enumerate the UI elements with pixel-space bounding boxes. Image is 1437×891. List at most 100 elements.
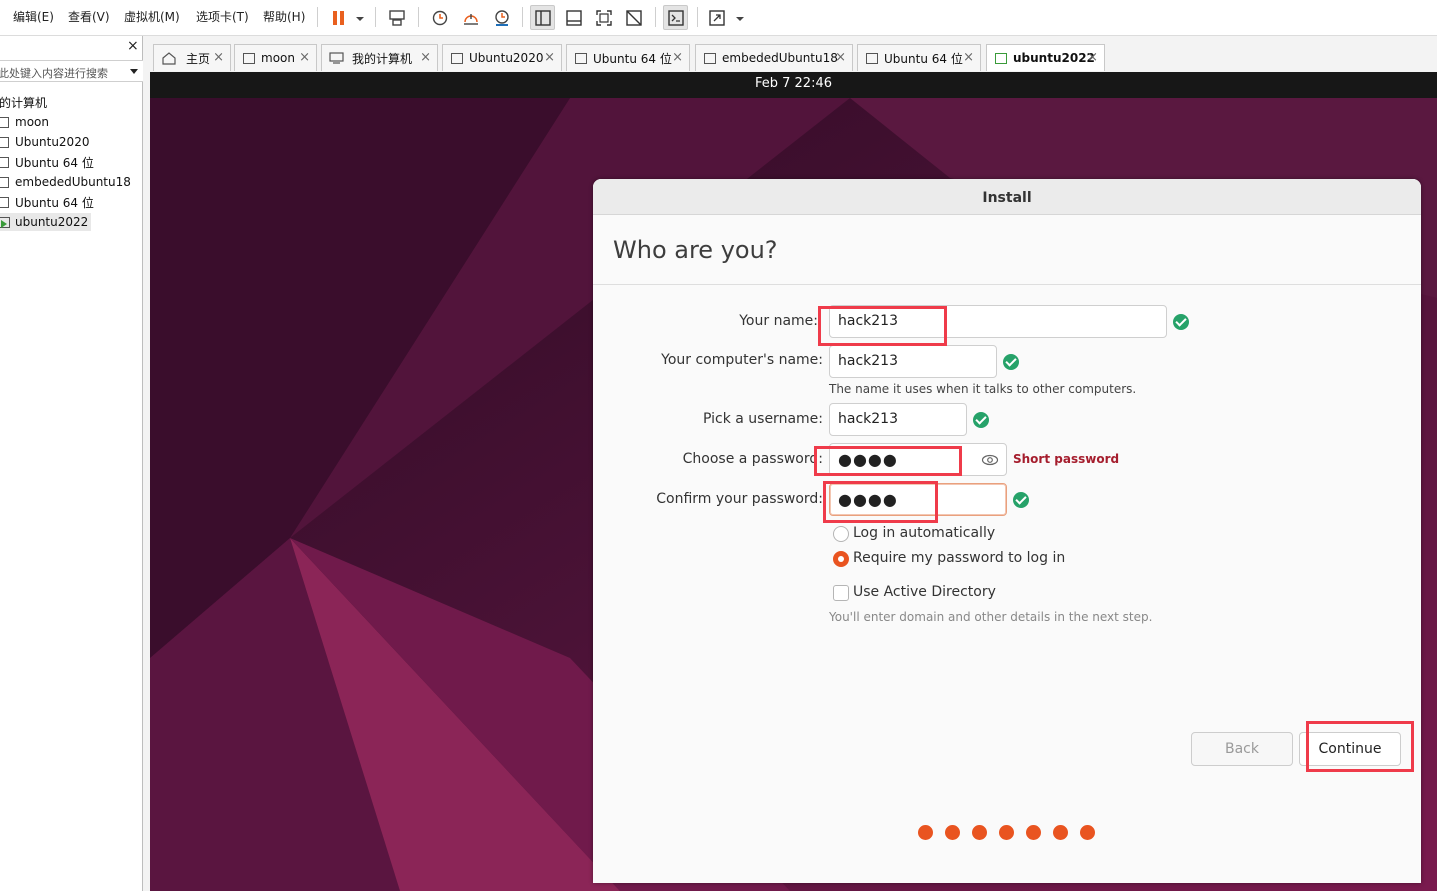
- close-icon[interactable]: ×: [835, 50, 846, 65]
- gnome-top-bar: Feb 7 22:46: [150, 72, 1437, 98]
- tree-item-moon[interactable]: moon: [0, 113, 49, 131]
- vm-icon: [0, 116, 9, 128]
- annotation-box-password: [814, 446, 962, 476]
- login-automatically-label[interactable]: Log in automatically: [853, 525, 995, 541]
- tree-root-my-computer[interactable]: 我的计算机: [0, 94, 47, 111]
- pause-icon[interactable]: [327, 5, 367, 30]
- dialog-title: Install: [593, 179, 1421, 215]
- close-icon[interactable]: ×: [213, 50, 224, 65]
- toolbar-divider: [655, 7, 656, 27]
- tab-home[interactable]: 主页 ×: [153, 44, 231, 71]
- tree-item-embededubuntu18[interactable]: embededUbuntu18: [0, 173, 131, 191]
- chevron-down-icon[interactable]: [130, 69, 138, 74]
- tree-item-ubuntu2020[interactable]: Ubuntu2020: [0, 133, 89, 151]
- unity-icon[interactable]: [621, 5, 646, 30]
- progress-dot: [945, 825, 960, 840]
- check-icon: [1013, 492, 1029, 508]
- computer-name-input[interactable]: hack213: [829, 345, 997, 378]
- library-search-input[interactable]: 在此处键入内容进行搜索: [0, 60, 143, 82]
- close-icon[interactable]: ×: [672, 50, 683, 65]
- tab-my-computer[interactable]: 我的计算机 ×: [321, 44, 438, 71]
- progress-dot: [1053, 825, 1068, 840]
- username-input[interactable]: hack213: [829, 403, 967, 436]
- login-automatically-radio[interactable]: [833, 526, 849, 542]
- tab-moon[interactable]: moon ×: [234, 44, 317, 71]
- active-directory-checkbox[interactable]: [833, 585, 849, 601]
- tab-label: ubuntu2022: [1013, 51, 1095, 65]
- back-button[interactable]: Back: [1191, 732, 1293, 766]
- revert-snapshot-icon[interactable]: [458, 5, 483, 30]
- menu-help[interactable]: 帮助(H): [263, 8, 305, 25]
- require-password-radio[interactable]: [833, 551, 849, 567]
- vm-icon: [0, 176, 9, 188]
- tab-ubuntu64-2[interactable]: Ubuntu 64 位 ×: [857, 44, 981, 71]
- your-name-label: Your name:: [739, 313, 818, 329]
- toolbar-divider: [522, 7, 523, 27]
- library-search-placeholder: 在此处键入内容进行搜索: [0, 67, 108, 80]
- tree-item-ubuntu64[interactable]: Ubuntu 64 位: [0, 153, 94, 171]
- tree-item-ubuntu2022[interactable]: ubuntu2022: [0, 213, 92, 231]
- tab-label: Ubuntu2020: [469, 51, 544, 65]
- annotation-box-confirm-password: [823, 481, 938, 523]
- vm-icon: [575, 52, 587, 64]
- tab-label: 主页: [186, 51, 211, 66]
- vmware-window: 编辑(E) 查看(V) 虚拟机(M) 选项卡(T) 帮助(H) × 此处键入内容…: [0, 0, 1437, 891]
- page-title: Who are you?: [613, 236, 778, 264]
- computer-name-hint: The name it uses when it talks to other …: [829, 382, 1137, 396]
- tab-ubuntu2020[interactable]: Ubuntu2020 ×: [442, 44, 562, 71]
- toolbar-divider: [697, 7, 698, 27]
- snapshot-manager-icon[interactable]: [489, 5, 514, 30]
- tab-label: moon: [261, 51, 295, 65]
- close-icon[interactable]: ×: [420, 50, 431, 65]
- tree-item-label: Ubuntu 64 位: [15, 195, 94, 210]
- close-icon[interactable]: ×: [963, 50, 974, 65]
- close-library-icon[interactable]: ×: [127, 38, 139, 54]
- menu-view[interactable]: 查看(V): [68, 8, 110, 25]
- check-icon: [1003, 354, 1019, 370]
- tab-ubuntu2022[interactable]: ubuntu2022 ×: [986, 44, 1105, 71]
- vm-running-icon: [0, 216, 10, 228]
- clock[interactable]: Feb 7 22:46: [150, 76, 1437, 91]
- toolbar-divider: [317, 7, 318, 27]
- stretch-icon[interactable]: [706, 5, 746, 30]
- vm-icon: [866, 52, 878, 64]
- show-library-icon[interactable]: [530, 5, 555, 30]
- divider: [593, 284, 1421, 285]
- home-icon: [162, 52, 176, 65]
- tree-item-ubuntu64-2[interactable]: Ubuntu 64 位: [0, 193, 94, 211]
- menu-vm[interactable]: 虚拟机(M): [124, 8, 180, 25]
- active-directory-label[interactable]: Use Active Directory: [853, 584, 996, 600]
- menu-tabs[interactable]: 选项卡(T): [196, 8, 249, 25]
- tab-label: Ubuntu 64 位: [593, 51, 672, 66]
- progress-dot: [1080, 825, 1095, 840]
- tab-strip: 主页 × moon × 我的计算机 × Ubuntu2020 × Ubuntu …: [150, 42, 1437, 72]
- vm-icon: [451, 52, 463, 64]
- close-icon[interactable]: ×: [544, 50, 555, 65]
- menu-edit[interactable]: 编辑(E): [13, 8, 54, 25]
- tab-label: embededUbuntu18: [722, 51, 838, 65]
- password-label: Choose a password:: [682, 451, 823, 467]
- check-icon: [1173, 314, 1189, 330]
- confirm-password-label: Confirm your password:: [656, 491, 823, 507]
- toolbar-divider: [375, 7, 376, 27]
- vm-icon: [0, 156, 9, 168]
- tab-embededubuntu18[interactable]: embededUbuntu18 ×: [695, 44, 853, 71]
- full-screen-icon[interactable]: [591, 5, 616, 30]
- active-directory-hint: You'll enter domain and other details in…: [829, 610, 1153, 624]
- vm-running-icon: [995, 52, 1007, 64]
- close-icon[interactable]: ×: [1087, 50, 1098, 65]
- thumbnail-bar-icon[interactable]: [561, 5, 586, 30]
- require-password-label[interactable]: Require my password to log in: [853, 550, 1065, 566]
- snapshot-icon[interactable]: [427, 5, 452, 30]
- tree-item-label: Ubuntu2020: [15, 135, 90, 149]
- progress-dot: [918, 825, 933, 840]
- close-icon[interactable]: ×: [299, 50, 310, 65]
- password-strength: Short password: [1013, 452, 1120, 466]
- tree-item-label: Ubuntu 64 位: [15, 155, 94, 170]
- tab-ubuntu64[interactable]: Ubuntu 64 位 ×: [566, 44, 690, 71]
- annotation-box-your-name: [818, 306, 947, 346]
- console-icon[interactable]: [663, 5, 688, 30]
- menu-toolbar: 编辑(E) 查看(V) 虚拟机(M) 选项卡(T) 帮助(H): [0, 0, 1437, 36]
- show-password-icon[interactable]: [981, 453, 999, 467]
- send-ctrl-alt-del-icon[interactable]: [384, 5, 409, 30]
